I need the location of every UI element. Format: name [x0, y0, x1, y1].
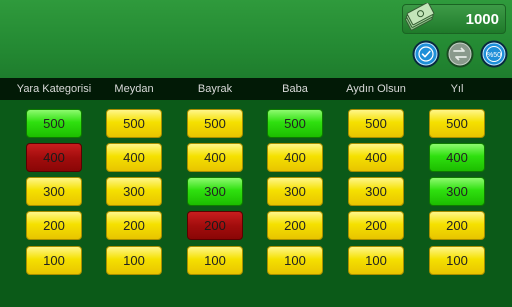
category-label-yil: Yıl: [450, 83, 464, 95]
tile-baba-500[interactable]: 500: [267, 109, 323, 138]
tile-meydan-300[interactable]: 300: [106, 177, 162, 206]
tile-yara-100[interactable]: 100: [26, 246, 82, 275]
joker-correct-button[interactable]: [412, 40, 440, 68]
tile-yara-500[interactable]: 500: [26, 109, 82, 138]
tile-bayrak-100[interactable]: 100: [187, 246, 243, 275]
tile-aydin-olsun-100[interactable]: 100: [348, 246, 404, 275]
tile-baba-400[interactable]: 400: [267, 143, 323, 172]
tile-baba-200[interactable]: 200: [267, 211, 323, 240]
tile-meydan-200[interactable]: 200: [106, 211, 162, 240]
tile-baba-100[interactable]: 100: [267, 246, 323, 275]
tile-meydan-500[interactable]: 500: [106, 109, 162, 138]
tile-aydin-olsun-400[interactable]: 400: [348, 143, 404, 172]
tile-bayrak-500[interactable]: 500: [187, 109, 243, 138]
score-value: 1000: [465, 11, 499, 28]
swap-icon: [446, 40, 474, 68]
tile-bayrak-400[interactable]: 400: [187, 143, 243, 172]
category-header: Yara Kategorisi Meydan Bayrak Baba Aydın…: [0, 78, 512, 100]
joker-swap-button[interactable]: [446, 40, 474, 68]
tile-yara-200[interactable]: 200: [26, 211, 82, 240]
fifty-fifty-label: %50: [487, 52, 501, 59]
tile-baba-300[interactable]: 300: [267, 177, 323, 206]
tile-yara-300[interactable]: 300: [26, 177, 82, 206]
fifty-fifty-icon: %50: [480, 40, 508, 68]
tile-yara-400[interactable]: 400: [26, 143, 82, 172]
tile-yil-400[interactable]: 400: [429, 143, 485, 172]
tile-yil-100[interactable]: 100: [429, 246, 485, 275]
tile-aydin-olsun-500[interactable]: 500: [348, 109, 404, 138]
joker-fifty-fifty-button[interactable]: %50: [480, 40, 508, 68]
check-icon: [412, 40, 440, 68]
tile-yil-500[interactable]: 500: [429, 109, 485, 138]
tile-yil-200[interactable]: 200: [429, 211, 485, 240]
tile-bayrak-300[interactable]: 300: [187, 177, 243, 206]
tile-bayrak-200[interactable]: 200: [187, 211, 243, 240]
tile-meydan-100[interactable]: 100: [106, 246, 162, 275]
tile-yil-300[interactable]: 300: [429, 177, 485, 206]
tile-aydin-olsun-300[interactable]: 300: [348, 177, 404, 206]
score-box: 1000: [402, 2, 506, 34]
question-board: 500 400 300 200 100 500 400 300 200 100 …: [0, 100, 512, 307]
tile-meydan-400[interactable]: 400: [106, 143, 162, 172]
tile-aydin-olsun-200[interactable]: 200: [348, 211, 404, 240]
money-icon: [403, 2, 437, 40]
